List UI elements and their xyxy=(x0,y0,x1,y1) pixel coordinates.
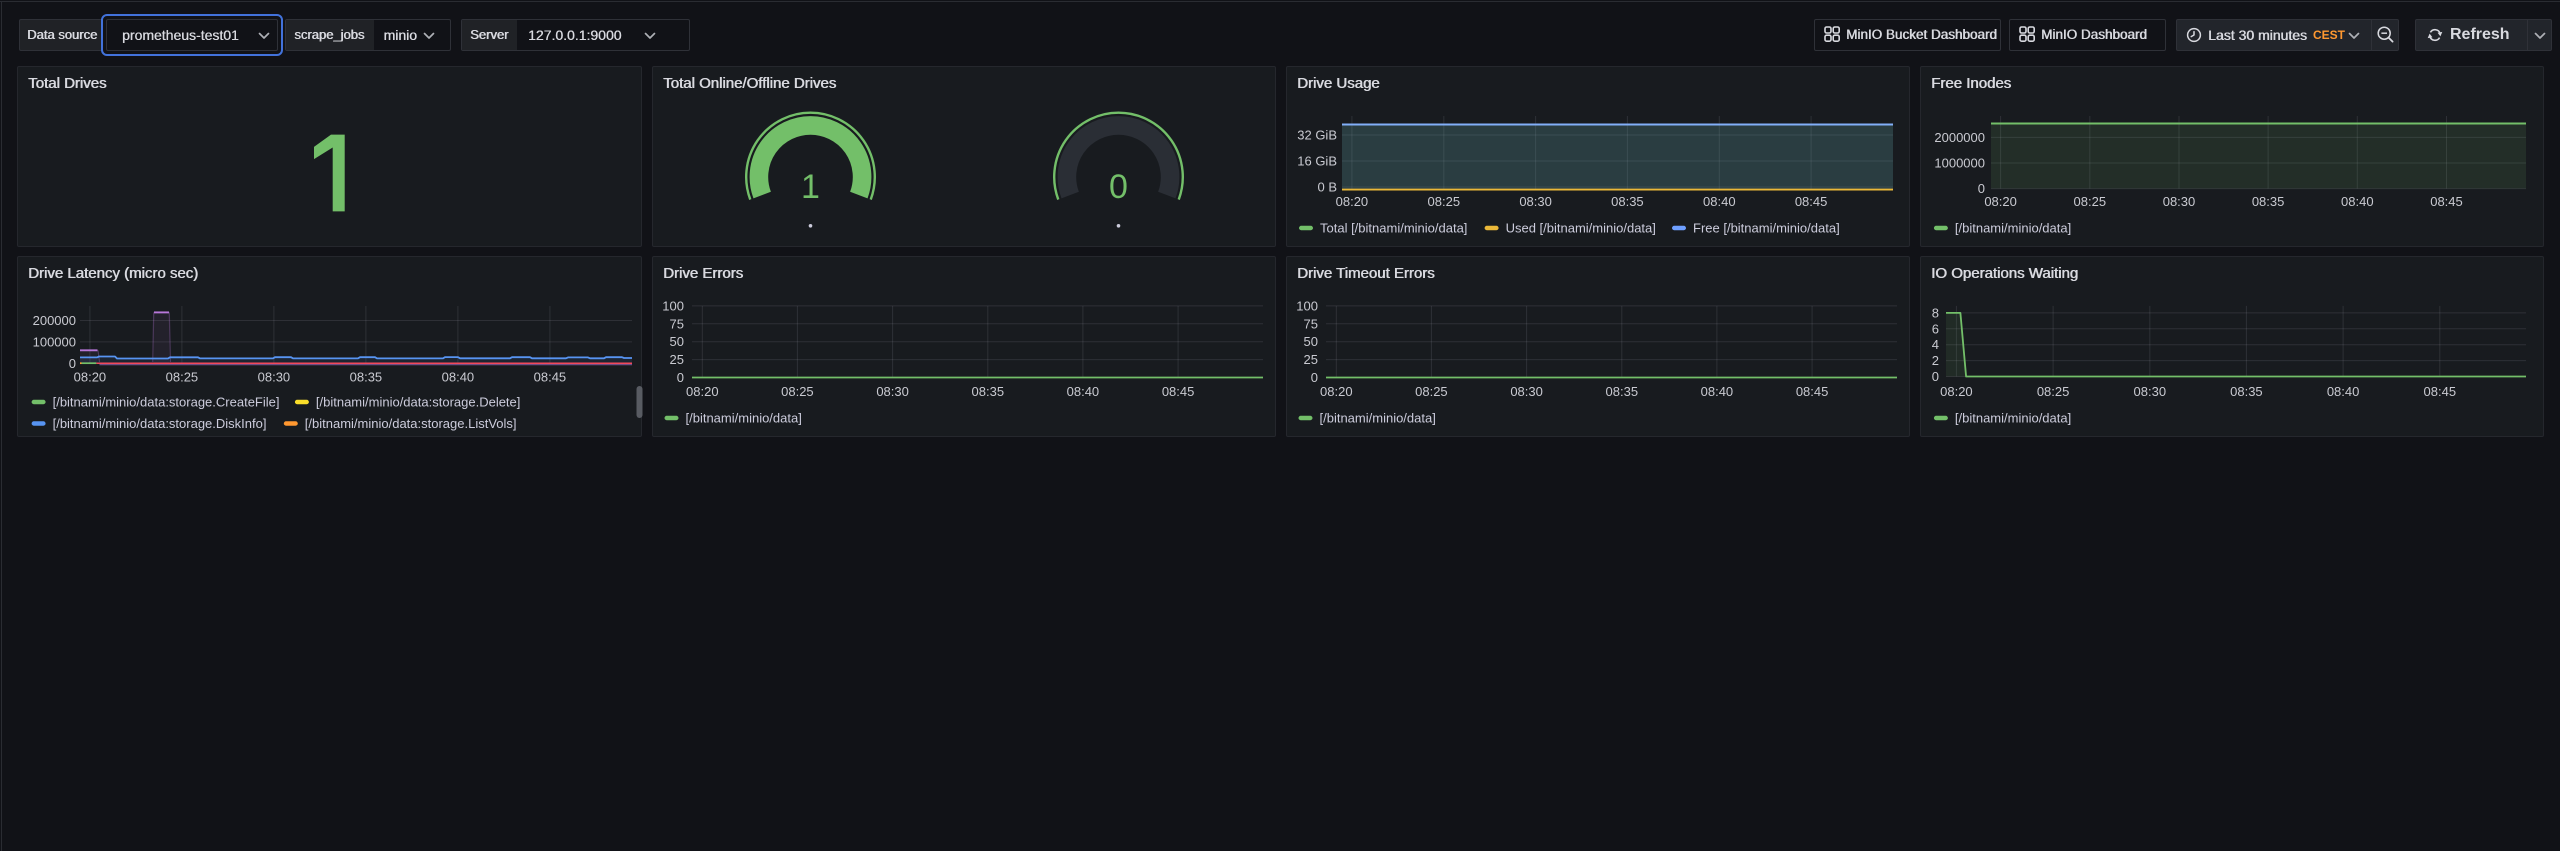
svg-text:100000: 100000 xyxy=(33,334,76,349)
svg-text:Free [/bitnami/minio/data]: Free [/bitnami/minio/data] xyxy=(1693,221,1840,236)
svg-text:08:40: 08:40 xyxy=(1703,194,1736,209)
svg-text:75: 75 xyxy=(670,316,684,331)
svg-text:100: 100 xyxy=(1296,298,1318,313)
svg-text:0: 0 xyxy=(1109,168,1128,206)
svg-text:08:45: 08:45 xyxy=(1795,194,1828,209)
svg-text:50: 50 xyxy=(670,334,684,349)
svg-text:08:30: 08:30 xyxy=(2134,384,2167,399)
svg-text:08:20: 08:20 xyxy=(1984,194,2017,209)
svg-text:8: 8 xyxy=(1932,305,1939,320)
svg-text:2000000: 2000000 xyxy=(1934,130,1985,145)
svg-text:08:40: 08:40 xyxy=(2341,194,2374,209)
svg-text:08:25: 08:25 xyxy=(1415,384,1448,399)
svg-text:75: 75 xyxy=(1304,316,1318,331)
svg-text:08:40: 08:40 xyxy=(2327,384,2360,399)
svg-text:0: 0 xyxy=(1932,369,1939,384)
svg-text:08:30: 08:30 xyxy=(1519,194,1552,209)
svg-text:08:20: 08:20 xyxy=(74,370,107,385)
svg-text:08:25: 08:25 xyxy=(781,384,814,399)
svg-text:08:20: 08:20 xyxy=(1320,384,1353,399)
svg-text:[/bitnami/minio/data:storage.C: [/bitnami/minio/data:storage.CreateFile] xyxy=(53,395,280,410)
svg-text:08:45: 08:45 xyxy=(1796,384,1829,399)
svg-text:08:35: 08:35 xyxy=(1606,384,1639,399)
svg-text:08:40: 08:40 xyxy=(1067,384,1100,399)
svg-text:200000: 200000 xyxy=(33,313,76,328)
svg-text:08:30: 08:30 xyxy=(876,384,909,399)
svg-text:16 GiB: 16 GiB xyxy=(1297,154,1337,169)
svg-text:08:20: 08:20 xyxy=(1940,384,1973,399)
svg-text:08:35: 08:35 xyxy=(972,384,1005,399)
svg-text:08:30: 08:30 xyxy=(1510,384,1543,399)
svg-text:50: 50 xyxy=(1304,334,1318,349)
svg-text:25: 25 xyxy=(1304,352,1318,367)
svg-text:0: 0 xyxy=(69,356,76,371)
svg-text:08:25: 08:25 xyxy=(166,370,199,385)
svg-text:25: 25 xyxy=(670,352,684,367)
svg-text:Used [/bitnami/minio/data]: Used [/bitnami/minio/data] xyxy=(1506,221,1656,236)
svg-text:[/bitnami/minio/data]: [/bitnami/minio/data] xyxy=(1955,411,2071,426)
svg-text:[/bitnami/minio/data]: [/bitnami/minio/data] xyxy=(1955,221,2071,236)
svg-text:08:35: 08:35 xyxy=(2252,194,2285,209)
svg-text:08:45: 08:45 xyxy=(534,370,567,385)
svg-text:08:35: 08:35 xyxy=(350,370,383,385)
svg-text:08:35: 08:35 xyxy=(2230,384,2263,399)
svg-text:100: 100 xyxy=(662,298,684,313)
svg-text:08:20: 08:20 xyxy=(686,384,719,399)
svg-text:08:35: 08:35 xyxy=(1611,194,1644,209)
svg-text:08:25: 08:25 xyxy=(2037,384,2070,399)
svg-text:08:30: 08:30 xyxy=(258,370,291,385)
svg-text:1000000: 1000000 xyxy=(1934,156,1985,171)
svg-text:08:45: 08:45 xyxy=(2424,384,2457,399)
svg-text:0: 0 xyxy=(1311,370,1318,385)
svg-text:32 GiB: 32 GiB xyxy=(1297,128,1337,143)
svg-text:[/bitnami/minio/data:storage.D: [/bitnami/minio/data:storage.Delete] xyxy=(316,395,521,410)
svg-text:08:45: 08:45 xyxy=(1162,384,1195,399)
svg-text:08:25: 08:25 xyxy=(2074,194,2107,209)
svg-text:[/bitnami/minio/data]: [/bitnami/minio/data] xyxy=(1320,411,1436,426)
svg-text:1: 1 xyxy=(801,168,820,206)
svg-text:08:25: 08:25 xyxy=(1428,194,1461,209)
svg-text:08:45: 08:45 xyxy=(2430,194,2463,209)
svg-text:0 B: 0 B xyxy=(1317,180,1337,195)
svg-text:Total [/bitnami/minio/data]: Total [/bitnami/minio/data] xyxy=(1320,221,1467,236)
svg-text:2: 2 xyxy=(1932,353,1939,368)
svg-text:4: 4 xyxy=(1932,337,1939,352)
svg-text:08:40: 08:40 xyxy=(442,370,475,385)
svg-text:08:40: 08:40 xyxy=(1701,384,1734,399)
svg-text:6: 6 xyxy=(1932,321,1939,336)
svg-text:08:20: 08:20 xyxy=(1336,194,1369,209)
svg-text:[/bitnami/minio/data:storage.D: [/bitnami/minio/data:storage.DiskInfo] xyxy=(53,416,267,431)
svg-text:0: 0 xyxy=(677,370,684,385)
svg-text:[/bitnami/minio/data]: [/bitnami/minio/data] xyxy=(686,411,802,426)
svg-text:08:30: 08:30 xyxy=(2163,194,2196,209)
svg-text:[/bitnami/minio/data:storage.L: [/bitnami/minio/data:storage.ListVols] xyxy=(305,416,517,431)
